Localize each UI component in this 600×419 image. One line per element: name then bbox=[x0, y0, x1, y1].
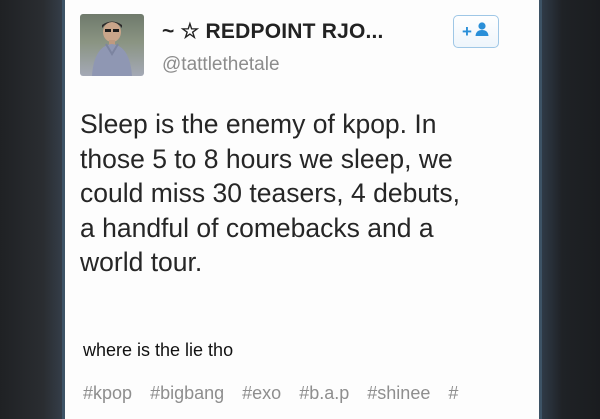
tweet-text: Sleep is the enemy of kpop. In those 5 t… bbox=[80, 107, 535, 280]
user-handle[interactable]: @tattlethetale bbox=[162, 54, 280, 76]
avatar[interactable] bbox=[80, 14, 144, 76]
tag-shinee[interactable]: #shinee bbox=[367, 383, 430, 403]
tweet-text-line: world tour. bbox=[80, 247, 203, 277]
tweet-text-line: could miss 30 teasers, 4 debuts, bbox=[80, 178, 461, 208]
post-card: ~ ☆ REDPOINT RJO... @tattlethetale + Sle… bbox=[62, 0, 542, 419]
tag-list: #kpop #bigbang #exo #b.a.p #shinee # bbox=[83, 383, 523, 404]
tweet-text-line: Sleep is the enemy of kpop. In bbox=[80, 109, 437, 139]
follow-button[interactable]: + bbox=[453, 15, 499, 48]
person-icon bbox=[474, 21, 490, 42]
tweet-text-line: those 5 to 8 hours we sleep, we bbox=[80, 143, 453, 174]
left-dark-border bbox=[0, 0, 62, 419]
tag-bap[interactable]: #b.a.p bbox=[299, 383, 349, 403]
tag-truncated[interactable]: # bbox=[448, 383, 458, 403]
display-name[interactable]: ~ ☆ REDPOINT RJO... bbox=[162, 19, 384, 44]
right-dark-border bbox=[542, 0, 600, 419]
tweet-text-line: a handful of comebacks and a bbox=[80, 212, 434, 243]
post-caption: where is the lie tho bbox=[83, 340, 234, 360]
tag-exo[interactable]: #exo bbox=[242, 383, 281, 403]
tag-kpop[interactable]: #kpop bbox=[83, 383, 132, 403]
follow-button-plus: + bbox=[462, 22, 472, 41]
tag-bigbang[interactable]: #bigbang bbox=[150, 383, 224, 403]
